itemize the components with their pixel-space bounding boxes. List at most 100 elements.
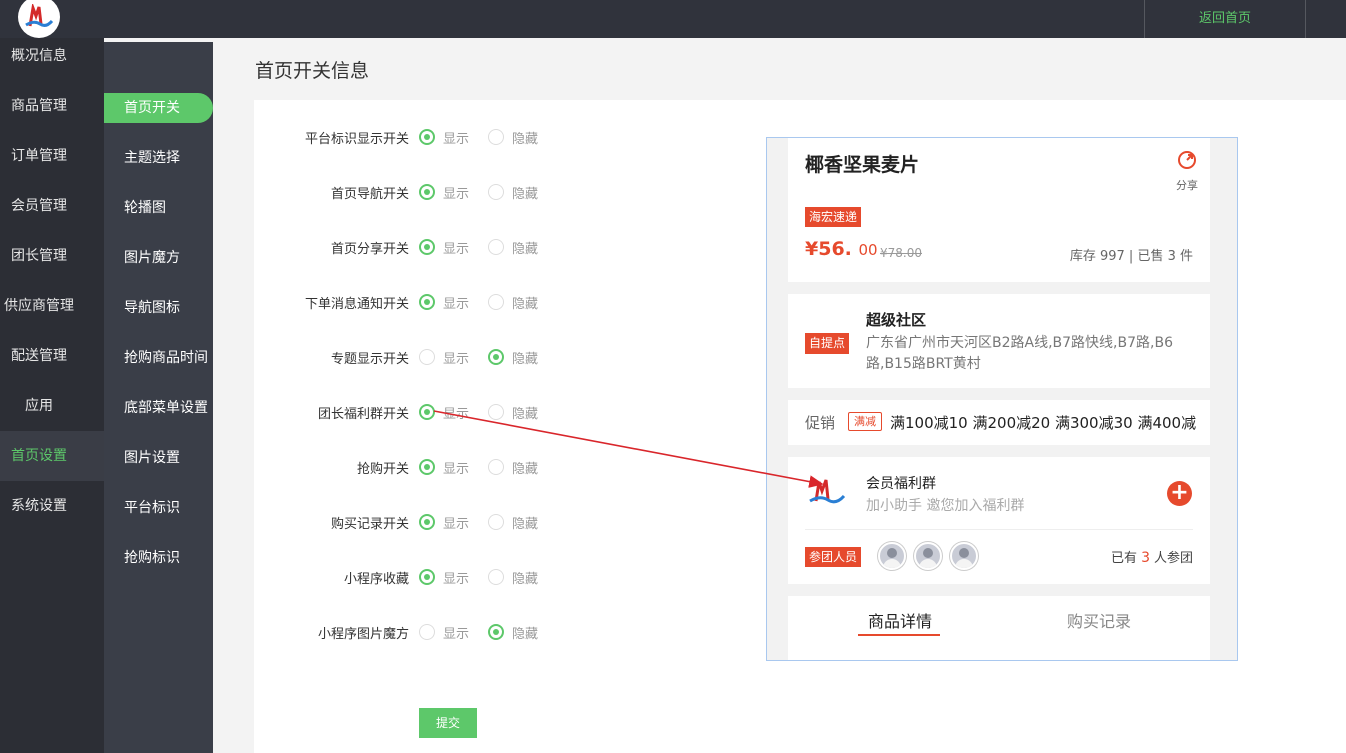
tab-product-detail[interactable]: 商品详情 — [868, 608, 932, 632]
joined-prefix: 已有 — [1111, 551, 1138, 566]
switch-label: 首页导航开关 — [330, 187, 409, 202]
switch-label: 购买记录开关 — [330, 517, 409, 532]
top-bar: 返回首页 — [0, 0, 1346, 38]
radio-show[interactable] — [419, 459, 435, 475]
radio-hide-label[interactable]: 隐藏 — [512, 238, 538, 257]
sub-sidebar: 首页开关 主题选择 轮播图 图片魔方 导航图标 抢购商品时间 底部菜单设置 图片… — [104, 42, 213, 753]
radio-hide[interactable] — [488, 349, 504, 365]
radio-show-label[interactable]: 显示 — [443, 183, 469, 202]
subnav-home-switches[interactable]: 首页开关 — [104, 93, 213, 123]
radio-hide-label[interactable]: 隐藏 — [512, 623, 538, 642]
subnav-image-settings[interactable]: 图片设置 — [104, 443, 213, 473]
switch-label: 下单消息通知开关 — [304, 297, 409, 312]
radio-show[interactable] — [419, 404, 435, 420]
tab-purchase-records[interactable]: 购买记录 — [1067, 608, 1131, 632]
promo-card: 促销 满减 满100减10 满200减20 满300减30 满400减 — [788, 400, 1210, 445]
subnav-flash-sale-time[interactable]: 抢购商品时间 — [104, 343, 213, 373]
pickup-card: 自提点 超级社区 广东省广州市天河区B2路A线,B7路快线,B7路,B6路,B1… — [788, 294, 1210, 388]
original-price: ¥78.00 — [880, 246, 922, 260]
switch-row: 首页导航开关 显示 隐藏 — [254, 177, 754, 207]
radio-hide-label[interactable]: 隐藏 — [512, 128, 538, 147]
radio-show-label[interactable]: 显示 — [443, 458, 469, 477]
sidebar-item-group-leaders[interactable]: 团长管理 — [0, 238, 104, 288]
switch-label: 平台标识显示开关 — [304, 132, 409, 147]
radio-show-label[interactable]: 显示 — [443, 403, 469, 422]
share-icon[interactable] — [1176, 150, 1198, 174]
radio-hide-label[interactable]: 隐藏 — [512, 403, 538, 422]
sidebar-item-home-settings[interactable]: 首页设置 — [0, 431, 104, 481]
radio-hide[interactable] — [488, 294, 504, 310]
product-card: 椰香坚果麦片 分享 海宏速递 ¥56. 00 ¥78.00 库存 997 | 已… — [788, 138, 1210, 282]
shipping-tag: 海宏速递 — [805, 207, 862, 227]
promo-items: 满100减10 满200减20 满300减30 满400减 — [890, 414, 1197, 432]
radio-show-label[interactable]: 显示 — [443, 568, 469, 587]
subnav-carousel[interactable]: 轮播图 — [104, 193, 213, 223]
radio-hide[interactable] — [488, 184, 504, 200]
radio-show-label[interactable]: 显示 — [443, 513, 469, 532]
submit-button[interactable]: 提交 — [419, 708, 477, 738]
join-group-button[interactable]: + — [1167, 481, 1192, 506]
sidebar-item-overview[interactable]: 概况信息 — [0, 38, 104, 88]
group-card: 会员福利群 加小助手 邀您加入福利群 + 参团人员 已有 3 人参团 — [788, 457, 1210, 584]
radio-show-label[interactable]: 显示 — [443, 348, 469, 367]
sidebar-item-products[interactable]: 商品管理 — [0, 88, 104, 138]
subnav-nav-icons[interactable]: 导航图标 — [104, 293, 213, 323]
radio-show-label[interactable]: 显示 — [443, 293, 469, 312]
switch-label: 首页分享开关 — [330, 242, 409, 257]
radio-hide-label[interactable]: 隐藏 — [512, 568, 538, 587]
radio-show[interactable] — [419, 294, 435, 310]
radio-hide[interactable] — [488, 514, 504, 530]
subnav-flash-sale-badge[interactable]: 抢购标识 — [104, 543, 213, 573]
product-title: 椰香坚果麦片 — [805, 154, 920, 176]
sidebar-item-system-settings[interactable]: 系统设置 — [0, 488, 104, 538]
phone-preview: 椰香坚果麦片 分享 海宏速递 ¥56. 00 ¥78.00 库存 997 | 已… — [766, 137, 1238, 661]
radio-show[interactable] — [419, 129, 435, 145]
radio-show-label[interactable]: 显示 — [443, 623, 469, 642]
group-logo-icon — [809, 479, 846, 504]
share-label: 分享 — [1176, 179, 1198, 192]
subnav-theme[interactable]: 主题选择 — [104, 143, 213, 173]
app-logo[interactable] — [18, 0, 60, 38]
radio-show[interactable] — [419, 514, 435, 530]
logo-icon — [25, 4, 54, 27]
back-to-home-link[interactable]: 返回首页 — [1145, 0, 1305, 38]
divider — [805, 529, 1193, 530]
joined-count: 3 — [1141, 550, 1150, 566]
subnav-platform-badge[interactable]: 平台标识 — [104, 493, 213, 523]
switch-row: 小程序图片魔方 显示 隐藏 — [254, 617, 754, 647]
avatar — [914, 542, 942, 570]
radio-show[interactable] — [419, 569, 435, 585]
subnav-image-cube[interactable]: 图片魔方 — [104, 243, 213, 273]
avatar — [950, 542, 978, 570]
radio-show[interactable] — [419, 239, 435, 255]
switch-row: 首页分享开关 显示 隐藏 — [254, 232, 754, 262]
switch-label: 小程序收藏 — [343, 572, 409, 587]
radio-hide[interactable] — [488, 569, 504, 585]
radio-show-label[interactable]: 显示 — [443, 128, 469, 147]
radio-hide[interactable] — [488, 129, 504, 145]
promo-label: 促销 — [805, 414, 836, 432]
radio-hide-label[interactable]: 隐藏 — [512, 458, 538, 477]
community-address: 广东省广州市天河区B2路A线,B7路快线,B7路,B6路,B15路BRT黄村 — [866, 335, 1173, 372]
radio-hide-label[interactable]: 隐藏 — [512, 183, 538, 202]
radio-show[interactable] — [419, 349, 435, 365]
radio-show-label[interactable]: 显示 — [443, 238, 469, 257]
radio-hide-label[interactable]: 隐藏 — [512, 348, 538, 367]
switch-label: 小程序图片魔方 — [317, 627, 409, 642]
subnav-bottom-menu[interactable]: 底部菜单设置 — [104, 393, 213, 423]
radio-show[interactable] — [419, 624, 435, 640]
radio-hide[interactable] — [488, 624, 504, 640]
radio-hide[interactable] — [488, 404, 504, 420]
sidebar-item-members[interactable]: 会员管理 — [0, 188, 104, 238]
radio-hide[interactable] — [488, 459, 504, 475]
sidebar-item-orders[interactable]: 订单管理 — [0, 138, 104, 188]
price-integer: ¥56. — [805, 238, 852, 260]
radio-show[interactable] — [419, 184, 435, 200]
sidebar-item-suppliers[interactable]: 供应商管理 — [0, 288, 104, 338]
radio-hide-label[interactable]: 隐藏 — [512, 513, 538, 532]
radio-hide-label[interactable]: 隐藏 — [512, 293, 538, 312]
switch-row: 购买记录开关 显示 隐藏 — [254, 507, 754, 537]
joined-count-text: 已有 3 人参团 — [1111, 547, 1193, 566]
radio-hide[interactable] — [488, 239, 504, 255]
sidebar-item-delivery[interactable]: 配送管理 — [0, 338, 104, 388]
